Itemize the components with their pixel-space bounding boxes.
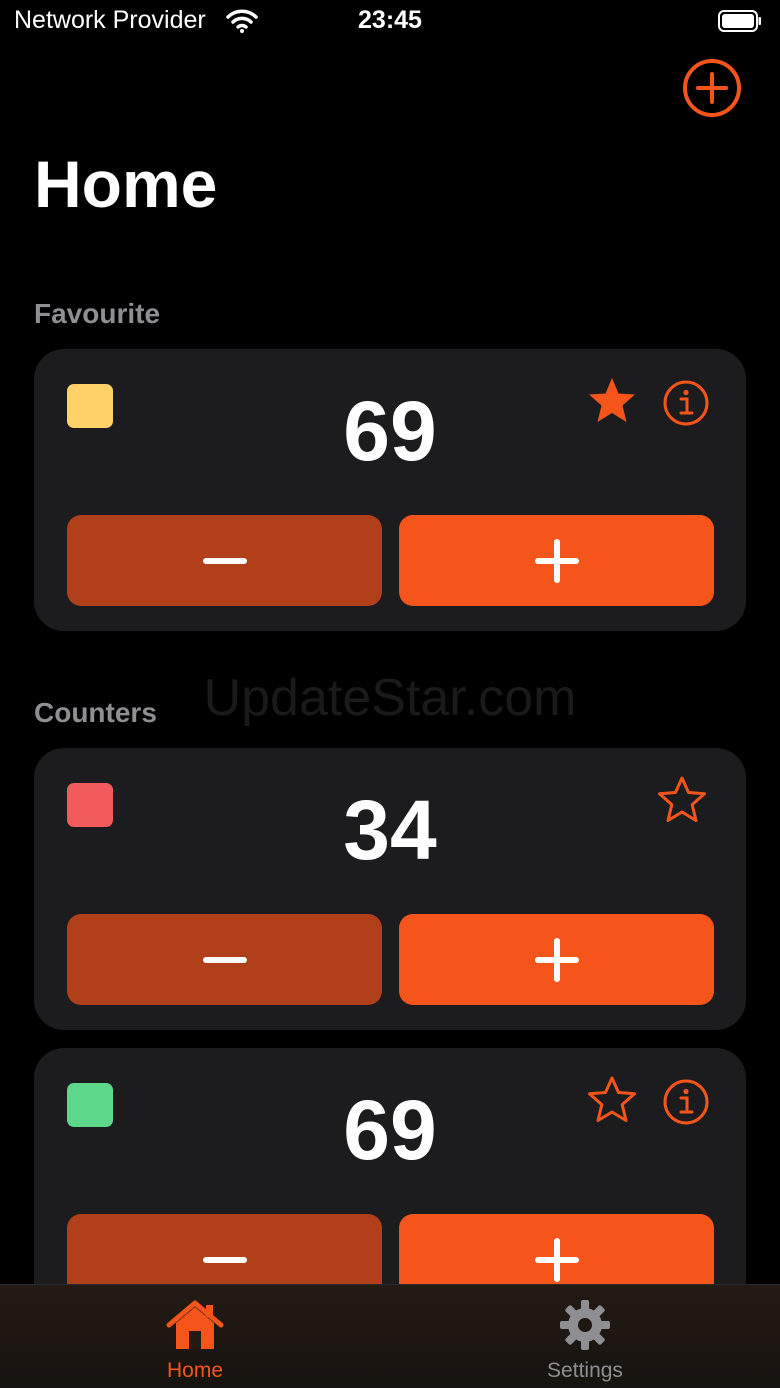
counter-value: 34 — [343, 783, 437, 877]
info-icon — [663, 380, 709, 426]
increment-button[interactable] — [399, 914, 714, 1005]
counter-value: 69 — [343, 384, 437, 478]
favourite-button[interactable] — [586, 1074, 638, 1126]
plus-icon — [534, 937, 579, 982]
tab-settings[interactable]: Settings — [390, 1285, 780, 1388]
star-outline-icon — [588, 1076, 636, 1122]
star-filled-icon — [589, 378, 635, 422]
decrement-button[interactable] — [67, 914, 382, 1005]
clock: 23:45 — [358, 6, 422, 34]
plus-icon — [534, 1237, 579, 1282]
minus-icon — [202, 557, 247, 564]
info-icon — [663, 1079, 709, 1125]
favourite-button[interactable] — [586, 375, 638, 427]
tab-bar: Home Settings — [0, 1284, 780, 1388]
tab-home-label: Home — [166, 1359, 224, 1382]
tab-settings-label: Settings — [547, 1359, 623, 1382]
minus-icon — [202, 956, 247, 963]
counter-card: 69 — [34, 349, 746, 631]
favourite-button[interactable] — [656, 774, 708, 826]
plus-icon — [534, 538, 579, 583]
increment-button[interactable] — [399, 515, 714, 606]
gear-icon — [560, 1300, 610, 1350]
tab-home[interactable]: Home — [0, 1285, 390, 1388]
status-bar: Network Provider 23:45 — [0, 0, 780, 44]
plus-circle-icon — [683, 59, 741, 117]
info-button[interactable] — [662, 1078, 710, 1126]
page-title: Home — [34, 147, 218, 221]
house-icon — [166, 1300, 224, 1349]
minus-icon — [202, 1256, 247, 1263]
add-counter-button[interactable] — [682, 58, 742, 118]
counter-value: 69 — [343, 1083, 437, 1177]
section-header-favourite: Favourite — [34, 298, 161, 329]
decrement-button[interactable] — [67, 515, 382, 606]
info-button[interactable] — [662, 379, 710, 427]
battery-icon — [718, 10, 761, 32]
star-outline-icon — [658, 776, 706, 822]
counter-card: 34 — [34, 748, 746, 1030]
section-header-counters: Counters — [34, 697, 157, 728]
